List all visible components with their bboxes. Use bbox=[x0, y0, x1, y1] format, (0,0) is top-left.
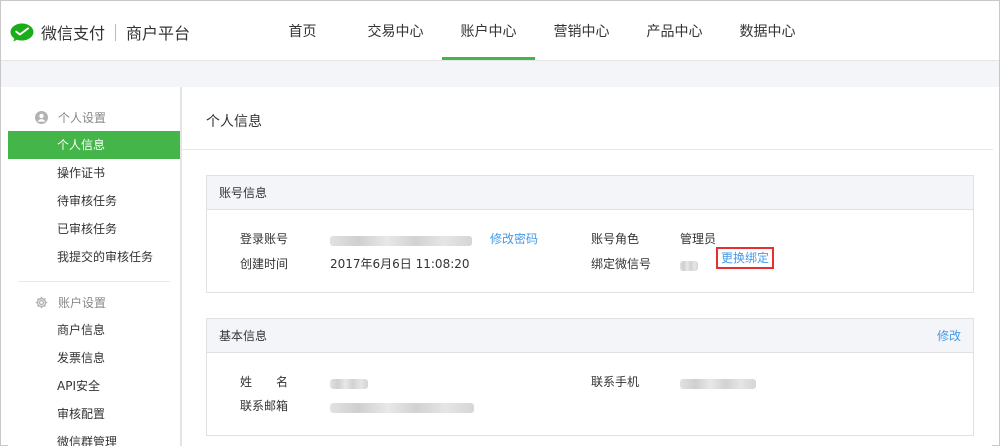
name-label: 姓 名 bbox=[240, 375, 289, 389]
nav-data-center[interactable]: 数据中心 bbox=[721, 1, 814, 60]
header-band bbox=[1, 60, 999, 87]
sidebar-item-merchant-info[interactable]: 商户信息 bbox=[8, 316, 180, 344]
rebind-highlight: 更换绑定 bbox=[716, 247, 775, 269]
user-circle-icon bbox=[35, 110, 48, 124]
sidebar: 个人设置 个人信息 操作证书 待审核任务 已审核任务 我提交的审核任务 账户设置… bbox=[8, 87, 181, 446]
login-account-label: 登录账号 bbox=[240, 232, 289, 246]
sidebar-item-wechat-group[interactable]: 微信群管理 bbox=[8, 428, 180, 446]
menu-group-title: 账户设置 bbox=[58, 295, 107, 310]
email-label: 联系邮箱 bbox=[240, 399, 289, 413]
wechat-pay-logo-icon bbox=[10, 23, 34, 42]
login-account-value bbox=[330, 234, 472, 250]
menu-divider bbox=[18, 281, 170, 282]
platform-name: 商户平台 bbox=[126, 24, 191, 43]
sidebar-item-invoice-info[interactable]: 发票信息 bbox=[8, 344, 180, 372]
main-content: 个人信息 账号信息 登录账号 修改密码 账号角色 管理员 创建时间 2017年6… bbox=[181, 87, 993, 446]
created-time-label: 创建时间 bbox=[240, 257, 289, 271]
email-value bbox=[330, 401, 474, 417]
main-nav: 首页 交易中心 账户中心 营销中心 产品中心 数据中心 bbox=[256, 1, 814, 60]
menu-group-title: 个人设置 bbox=[58, 110, 107, 125]
change-password-link[interactable]: 修改密码 bbox=[490, 231, 538, 247]
logo[interactable]: 微信支付 商户平台 bbox=[9, 20, 190, 44]
brand-name: 微信支付 bbox=[41, 24, 106, 43]
account-role-label: 账号角色 bbox=[591, 232, 640, 246]
basic-info-panel: 基本信息 修改 姓 名 联系手机 联系邮箱 bbox=[206, 318, 974, 436]
title-divider bbox=[182, 149, 993, 150]
account-role-value: 管理员 bbox=[680, 232, 717, 246]
panel-title: 账号信息 bbox=[219, 186, 268, 200]
rebind-link[interactable]: 更换绑定 bbox=[716, 247, 775, 269]
bound-wechat-value bbox=[680, 259, 698, 275]
phone-value bbox=[680, 377, 756, 393]
sidebar-item-reviewed[interactable]: 已审核任务 bbox=[8, 215, 180, 243]
page-title: 个人信息 bbox=[206, 114, 262, 130]
menu-group-account: 账户设置 bbox=[8, 288, 180, 316]
nav-transactions[interactable]: 交易中心 bbox=[349, 1, 442, 60]
panel-title: 基本信息 bbox=[219, 329, 268, 343]
logo-divider bbox=[115, 23, 117, 41]
panel-header: 基本信息 修改 bbox=[207, 319, 973, 353]
sidebar-item-my-submitted[interactable]: 我提交的审核任务 bbox=[8, 243, 180, 271]
nav-products[interactable]: 产品中心 bbox=[628, 1, 721, 60]
edit-link[interactable]: 修改 bbox=[937, 319, 961, 353]
top-bar: 微信支付 商户平台 首页 交易中心 账户中心 营销中心 产品中心 数据中心 bbox=[1, 1, 999, 60]
panel-header: 账号信息 bbox=[207, 176, 973, 210]
bound-wechat-label: 绑定微信号 bbox=[591, 257, 652, 271]
sidebar-item-api-security[interactable]: API安全 bbox=[8, 372, 180, 400]
menu-group-personal: 个人设置 bbox=[8, 103, 180, 131]
nav-home[interactable]: 首页 bbox=[256, 1, 349, 60]
sidebar-item-review-config[interactable]: 审核配置 bbox=[8, 400, 180, 428]
nav-account-center[interactable]: 账户中心 bbox=[442, 1, 535, 60]
sidebar-item-personal-info[interactable]: 个人信息 bbox=[8, 131, 180, 159]
phone-label: 联系手机 bbox=[591, 375, 640, 389]
created-time-value: 2017年6月6日 11:08:20 bbox=[330, 257, 470, 271]
account-info-panel: 账号信息 登录账号 修改密码 账号角色 管理员 创建时间 2017年6月6日 1… bbox=[206, 175, 974, 293]
gear-icon bbox=[35, 296, 48, 308]
sidebar-item-certificate[interactable]: 操作证书 bbox=[8, 159, 180, 187]
name-value bbox=[330, 377, 368, 393]
sidebar-item-pending-review[interactable]: 待审核任务 bbox=[8, 187, 180, 215]
nav-marketing[interactable]: 营销中心 bbox=[535, 1, 628, 60]
